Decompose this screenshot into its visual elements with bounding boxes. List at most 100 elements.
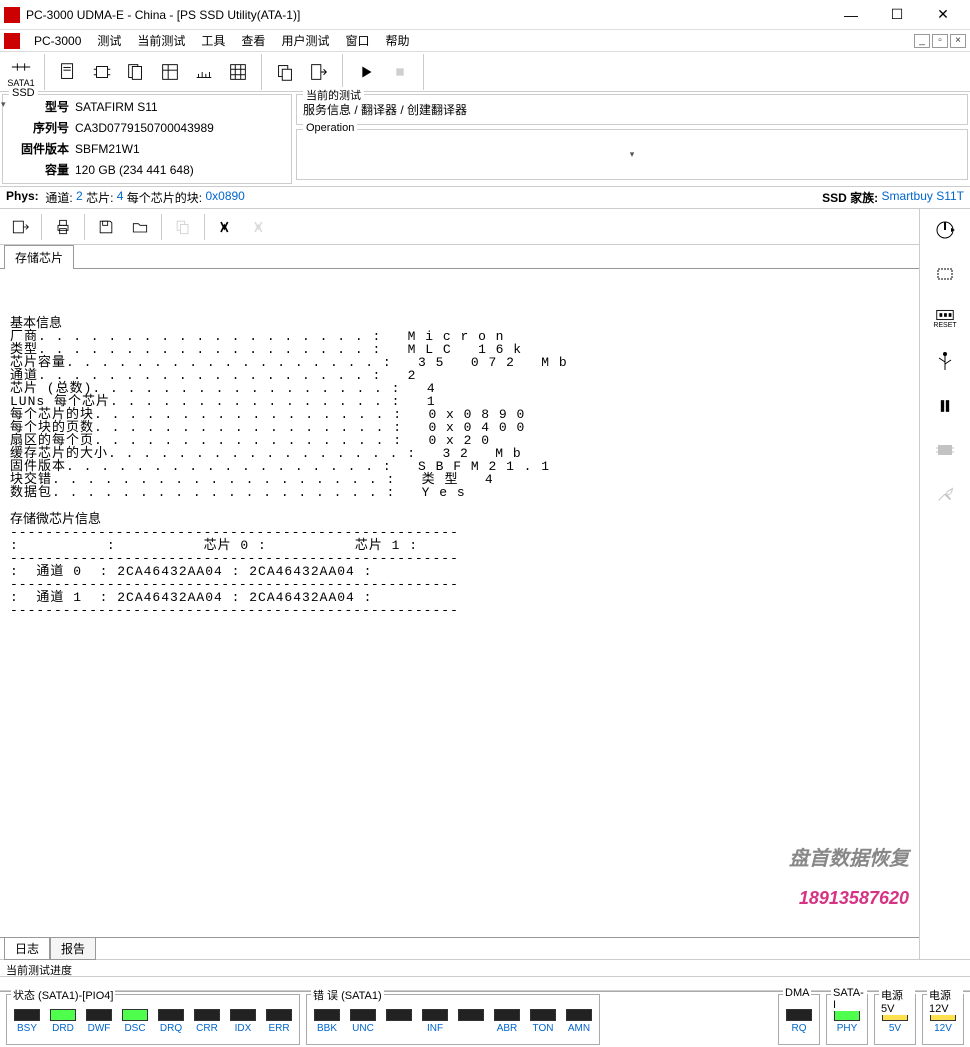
led-indicator — [50, 1009, 76, 1021]
info-row: ▾ SSD 型号SATAFIRM S11 序列号CA3D077915070004… — [0, 92, 970, 187]
menu-pc3000[interactable]: PC-3000 — [26, 32, 89, 50]
led-label: TON — [533, 1023, 554, 1034]
ssd-dropdown-arrow[interactable]: ▾ — [1, 99, 6, 110]
led-indicator — [786, 1009, 812, 1021]
phys-chip: 4 — [117, 189, 124, 206]
tb-ruler-icon[interactable] — [187, 55, 221, 89]
led-label: DSC — [124, 1023, 145, 1034]
menu-view[interactable]: 查看 — [233, 30, 273, 51]
led-blank — [383, 1009, 415, 1042]
mdi-restore[interactable]: ▫ — [932, 34, 948, 48]
led-label: INF — [427, 1023, 443, 1034]
side-power-icon[interactable] — [930, 215, 960, 245]
main-area: 存储芯片 基本信息 厂商. . . . . . . . . . . . . . … — [0, 209, 970, 959]
menu-tools[interactable]: 工具 — [193, 30, 233, 51]
tb2-open-icon[interactable] — [124, 212, 156, 242]
led-indicator — [158, 1009, 184, 1021]
tb2-find-icon[interactable] — [210, 212, 242, 242]
led-indicator — [86, 1009, 112, 1021]
main-toolbar: SATA1 — [0, 52, 970, 92]
tb-play-icon[interactable] — [349, 55, 383, 89]
led-INF: INF — [419, 1009, 451, 1042]
mdi-close[interactable]: × — [950, 34, 966, 48]
content-pane: 基本信息 厂商. . . . . . . . . . . . . . . . .… — [0, 269, 919, 937]
tb-stop-icon[interactable] — [383, 55, 417, 89]
phys-row: Phys: 通道: 2 芯片: 4 每个芯片的块: 0x0890 SSD 家族:… — [0, 187, 970, 209]
ssd-family: Smartbuy S11T — [882, 189, 964, 206]
tb-grid-icon[interactable] — [221, 55, 255, 89]
status-group-sata: 状态 (SATA1)-[PIO4] BSYDRDDWFDSCDRQCRRIDXE… — [6, 994, 300, 1045]
side-tools-icon[interactable] — [930, 479, 960, 509]
led-indicator — [314, 1009, 340, 1021]
ssd-capacity: 120 GB (234 441 648) — [75, 162, 194, 179]
tb-doc-icon[interactable] — [51, 55, 85, 89]
progress-row: 当前测试进度 — [0, 959, 970, 977]
led-indicator — [230, 1009, 256, 1021]
maximize-button[interactable]: ☐ — [874, 1, 920, 29]
operation-dropdown[interactable]: ▾ — [630, 149, 635, 160]
minimize-button[interactable]: — — [828, 1, 874, 29]
led-RQ: RQ — [783, 1009, 815, 1042]
sata-port-button[interactable]: SATA1 — [4, 55, 38, 89]
led-PHY: PHY — [831, 1009, 863, 1042]
led-label: 12V — [934, 1023, 952, 1034]
tb-copy-icon[interactable] — [268, 55, 302, 89]
status-group-error: 错 误 (SATA1) BBKUNCINFABRTONAMN — [306, 994, 600, 1045]
led-ABR: ABR — [491, 1009, 523, 1042]
status-footer: 状态 (SATA1)-[PIO4] BSYDRDDWFDSCDRQCRRIDXE… — [0, 991, 970, 1047]
led-BSY: BSY — [11, 1009, 43, 1042]
menubar: PC-3000 测试 当前测试 工具 查看 用户测试 窗口 帮助 _ ▫ × — [0, 30, 970, 52]
side-pause-icon[interactable] — [930, 391, 960, 421]
led-indicator — [494, 1009, 520, 1021]
current-test-box: 当前的测试 服务信息 / 翻译器 / 创建翻译器 — [296, 94, 968, 125]
led-UNC: UNC — [347, 1009, 379, 1042]
tb2-copy-icon[interactable] — [167, 212, 199, 242]
ssd-firmware: SBFM21W1 — [75, 141, 140, 158]
tb2-find-next-icon[interactable] — [244, 212, 276, 242]
tb-chip-icon[interactable] — [85, 55, 119, 89]
led-ERR: ERR — [263, 1009, 295, 1042]
led-TON: TON — [527, 1009, 559, 1042]
menu-test[interactable]: 测试 — [89, 30, 129, 51]
right-sidebar: RESET — [920, 209, 970, 959]
tab-storage-chip[interactable]: 存储芯片 — [4, 245, 74, 269]
led-indicator — [458, 1009, 484, 1021]
led-indicator — [350, 1009, 376, 1021]
led-label: CRR — [196, 1023, 218, 1034]
ssd-serial: CA3D0779150700043989 — [75, 120, 214, 137]
menu-current-test[interactable]: 当前测试 — [129, 30, 193, 51]
menu-window[interactable]: 窗口 — [337, 30, 377, 51]
led-blank — [455, 1009, 487, 1042]
led-indicator — [14, 1009, 40, 1021]
mdi-minimize[interactable]: _ — [914, 34, 930, 48]
breadcrumb: 服务信息 / 翻译器 / 创建翻译器 — [303, 99, 961, 120]
led-label: ABR — [497, 1023, 518, 1034]
led-DRD: DRD — [47, 1009, 79, 1042]
led-DWF: DWF — [83, 1009, 115, 1042]
led-CRR: CRR — [191, 1009, 223, 1042]
tb-table-icon[interactable] — [153, 55, 187, 89]
led-AMN: AMN — [563, 1009, 595, 1042]
led-indicator — [194, 1009, 220, 1021]
led-label: ERR — [268, 1023, 289, 1034]
led-DRQ: DRQ — [155, 1009, 187, 1042]
tab-log[interactable]: 日志 — [4, 938, 50, 960]
tb2-save-icon[interactable] — [90, 212, 122, 242]
tb-pages-icon[interactable] — [119, 55, 153, 89]
menu-user-test[interactable]: 用户测试 — [273, 30, 337, 51]
side-chip-icon[interactable] — [930, 259, 960, 289]
led-indicator — [266, 1009, 292, 1021]
phys-channel: 2 — [76, 189, 83, 206]
side-reset-icon[interactable]: RESET — [930, 303, 960, 333]
tab-report[interactable]: 报告 — [50, 938, 96, 960]
menu-help[interactable]: 帮助 — [377, 30, 417, 51]
operation-box: Operation ▾ — [296, 129, 968, 180]
side-usb-icon[interactable] — [930, 347, 960, 377]
close-button[interactable]: ✕ — [920, 1, 966, 29]
ssd-info-box: ▾ SSD 型号SATAFIRM S11 序列号CA3D077915070004… — [2, 94, 292, 184]
tb-exit-icon[interactable] — [302, 55, 336, 89]
side-chip2-icon[interactable] — [930, 435, 960, 465]
tb2-export-icon[interactable] — [4, 212, 36, 242]
tb2-print-icon[interactable] — [47, 212, 79, 242]
led-label: PHY — [837, 1023, 858, 1034]
